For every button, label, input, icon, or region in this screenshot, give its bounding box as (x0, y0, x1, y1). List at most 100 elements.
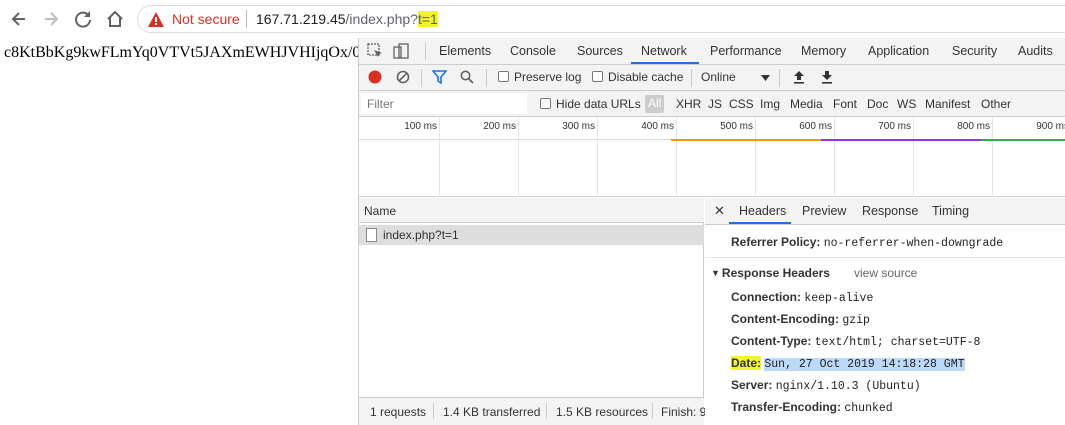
checkbox-box[interactable] (592, 71, 603, 82)
header-row: Connection: keep-alive (731, 290, 873, 305)
address-bar[interactable]: Not secure 167.71.219.45/index.php?t=1 (137, 5, 1065, 33)
header-row-date: Date: Sun, 27 Oct 2019 14:18:28 GMT (731, 356, 965, 371)
omnibox-divider (246, 10, 247, 28)
type-filter-manifest[interactable]: Manifest (925, 97, 970, 111)
active-tab-indicator (631, 62, 699, 64)
type-filter-ws[interactable]: WS (897, 97, 916, 111)
header-value: text/html; charset=UTF-8 (814, 336, 981, 349)
url-query: t=1 (417, 11, 438, 27)
finish-time: Finish: 9 (661, 405, 707, 419)
page-body-text: c8KtBbKg9kwFLmYq0VTVt5JAXmEWHJVHIjqOx/0 (4, 44, 361, 61)
export-har-icon[interactable] (821, 70, 833, 87)
timeline-gridline (676, 117, 677, 197)
timeline-tick-label: 800 ms (957, 121, 990, 132)
view-source-link[interactable]: view source (854, 266, 917, 280)
clear-icon[interactable] (396, 70, 410, 87)
back-arrow-icon[interactable] (8, 8, 30, 30)
disable-cache-checkbox[interactable]: Disable cache (592, 70, 683, 84)
tab-audits[interactable]: Audits (1018, 44, 1053, 58)
inspect-element-icon[interactable] (367, 43, 383, 62)
header-key: Content-Type: (731, 334, 812, 348)
disable-cache-label: Disable cache (608, 70, 684, 84)
throttling-select[interactable]: Online (701, 70, 736, 84)
tab-headers[interactable]: Headers (739, 204, 786, 218)
throttling-value: Online (701, 70, 736, 84)
header-value: chunked (844, 402, 893, 415)
timeline-waiting-bar (671, 139, 821, 141)
checkbox-box[interactable] (540, 98, 551, 109)
tab-preview[interactable]: Preview (802, 204, 846, 218)
not-secure-label[interactable]: Not secure (172, 11, 240, 27)
type-filter-font[interactable]: Font (833, 97, 857, 111)
tab-sources[interactable]: Sources (577, 44, 623, 58)
network-toolbar: Preserve log Disable cache Online (359, 65, 1065, 91)
tab-security[interactable]: Security (952, 44, 997, 58)
column-header-name[interactable]: Name (359, 198, 704, 223)
tab-timing[interactable]: Timing (932, 204, 969, 218)
preserve-log-checkbox[interactable]: Preserve log (498, 70, 581, 84)
devtools-panel: Elements Console Sources Network Perform… (358, 38, 1065, 425)
type-filter-xhr[interactable]: XHR (676, 97, 701, 111)
header-key: Server: (731, 378, 773, 392)
timeline-download-bar (981, 139, 1065, 141)
forward-arrow-icon[interactable] (40, 8, 62, 30)
url-text[interactable]: 167.71.219.45/index.php?t=1 (256, 11, 438, 27)
close-icon[interactable]: ✕ (714, 203, 725, 219)
type-filter-other[interactable]: Other (981, 97, 1011, 111)
record-icon[interactable] (368, 70, 382, 87)
dropdown-arrow-icon[interactable] (761, 71, 770, 85)
type-filter-js[interactable]: JS (708, 97, 722, 111)
section-divider (705, 257, 1065, 258)
tab-performance[interactable]: Performance (710, 44, 782, 58)
summary-separator (546, 403, 547, 419)
header-value: Sun, 27 Oct 2019 14:18:28 GMT (764, 358, 965, 371)
toolbar-separator (779, 69, 780, 87)
import-har-icon[interactable] (793, 70, 805, 87)
transferred-size: 1.4 KB transferred (443, 405, 541, 419)
timeline-overview[interactable]: 100 ms 200 ms 300 ms 400 ms 500 ms 600 m… (359, 117, 1065, 197)
header-row: Content-Type: text/html; charset=UTF-8 (731, 334, 980, 349)
type-filter-img[interactable]: Img (760, 97, 780, 111)
type-filter-media[interactable]: Media (790, 97, 823, 111)
type-filter-all[interactable]: All (645, 95, 665, 113)
expand-triangle-icon[interactable]: ▼ (711, 268, 720, 278)
device-toolbar-icon[interactable] (393, 43, 409, 62)
referrer-policy-key: Referrer Policy: (731, 235, 821, 249)
request-row[interactable]: index.php?t=1 (359, 225, 704, 245)
preserve-log-label: Preserve log (514, 70, 582, 84)
column-name-label: Name (364, 204, 397, 218)
timeline-gridline (518, 117, 519, 197)
header-key: Connection: (731, 290, 801, 304)
response-headers-section[interactable]: ▼ Response Headers (711, 266, 830, 280)
filter-input[interactable] (361, 94, 527, 114)
timeline-gridline (439, 117, 440, 197)
type-filter-css[interactable]: CSS (729, 97, 754, 111)
tab-memory[interactable]: Memory (801, 44, 846, 58)
type-filter-doc[interactable]: Doc (867, 97, 888, 111)
home-icon[interactable] (104, 8, 126, 30)
filter-icon[interactable] (431, 70, 448, 87)
summary-separator (433, 403, 434, 419)
referrer-policy-value: no-referrer-when-downgrade (823, 237, 1004, 250)
tab-network[interactable]: Network (641, 44, 687, 58)
timeline-gridline (992, 117, 993, 197)
timeline-gridline (834, 117, 835, 197)
tab-elements[interactable]: Elements (439, 44, 491, 58)
request-detail-pane: ✕ Headers Preview Response Timing Referr… (705, 198, 1065, 425)
timeline-tick-label: 600 ms (799, 121, 832, 132)
tab-response[interactable]: Response (862, 204, 918, 218)
hide-data-urls-label: Hide data URLs (556, 97, 641, 111)
reload-icon[interactable] (72, 8, 94, 30)
search-icon[interactable] (460, 70, 474, 87)
toolbar-separator (486, 69, 487, 87)
checkbox-box[interactable] (498, 71, 509, 82)
active-detail-tab-indicator (729, 222, 791, 224)
header-value: gzip (842, 314, 870, 327)
tab-console[interactable]: Console (510, 44, 556, 58)
tab-divider (425, 42, 426, 60)
hide-data-urls-checkbox[interactable]: Hide data URLs (540, 97, 641, 111)
tab-application[interactable]: Application (868, 44, 929, 58)
warning-icon[interactable] (148, 12, 164, 30)
resources-size: 1.5 KB resources (556, 405, 649, 419)
network-summary-bar: 1 requests 1.4 KB transferred 1.5 KB res… (359, 397, 707, 425)
